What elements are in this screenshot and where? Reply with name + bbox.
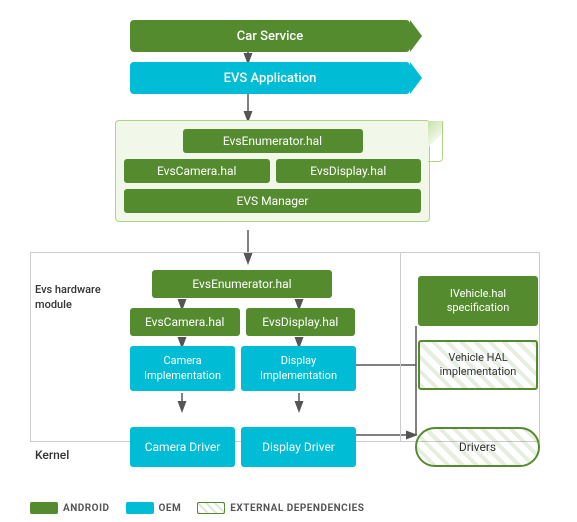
section-divider xyxy=(400,252,401,442)
evs-display-hal-bottom: EvsDisplay.hal xyxy=(246,308,356,336)
evs-display-hal-top: EvsDisplay.hal xyxy=(276,159,422,183)
architecture-diagram: Car Service EVS Application EvsEnumerato… xyxy=(0,0,577,522)
evs-manager-box: EVS Manager xyxy=(124,189,421,213)
evs-application-box: EVS Application xyxy=(130,62,410,94)
hal-group-top: EvsEnumerator.hal EvsCamera.hal EvsDispl… xyxy=(115,120,430,222)
hal-row-bottom: EvsCamera.hal EvsDisplay.hal xyxy=(130,308,355,336)
legend: ANDROID OEM EXTERNAL DEPENDENCIES xyxy=(30,502,547,514)
hal-row-top: EvsCamera.hal EvsDisplay.hal xyxy=(124,159,421,183)
legend-android: ANDROID xyxy=(30,502,110,514)
legend-oem-label: OEM xyxy=(159,503,182,514)
camera-implementation-box: Camera Implementation xyxy=(130,346,235,391)
car-service-label: Car Service xyxy=(237,29,303,44)
evs-camera-hal-top: EvsCamera.hal xyxy=(124,159,270,183)
evs-enumerator-hal-top: EvsEnumerator.hal xyxy=(183,129,363,153)
legend-android-label: ANDROID xyxy=(63,503,110,514)
camera-driver-box: Camera Driver xyxy=(130,427,235,467)
evs-hw-label: Evs hardware module xyxy=(35,282,120,313)
display-implementation-box: Display Implementation xyxy=(241,346,356,391)
legend-oem: OEM xyxy=(126,502,182,514)
legend-external: EXTERNAL DEPENDENCIES xyxy=(197,502,364,514)
evs-application-label: EVS Application xyxy=(224,71,317,86)
evs-enumerator-hal-bottom: EvsEnumerator.hal xyxy=(152,270,332,298)
legend-external-label: EXTERNAL DEPENDENCIES xyxy=(230,503,364,514)
evs-camera-hal-bottom: EvsCamera.hal xyxy=(130,308,240,336)
car-service-box: Car Service xyxy=(130,20,410,52)
legend-oem-color xyxy=(126,502,154,514)
display-driver-box: Display Driver xyxy=(241,427,356,467)
kernel-label: Kernel xyxy=(35,448,69,462)
legend-external-color xyxy=(197,502,225,514)
legend-android-color xyxy=(30,502,58,514)
vehicle-hal-box: Vehicle HAL implementation xyxy=(418,340,538,390)
drivers-oval: Drivers xyxy=(415,427,540,467)
ivehicle-spec-box: IVehicle.hal specification xyxy=(418,276,538,326)
